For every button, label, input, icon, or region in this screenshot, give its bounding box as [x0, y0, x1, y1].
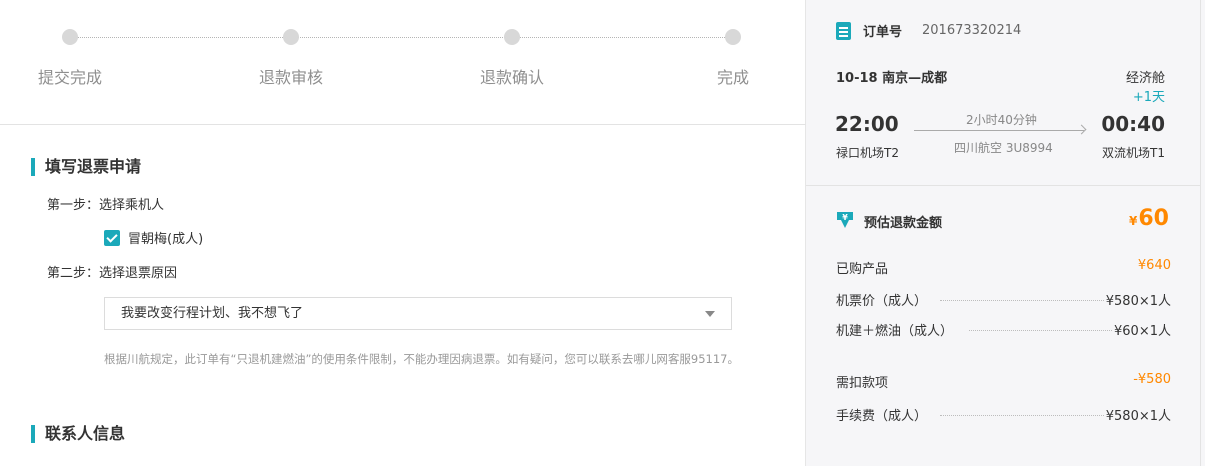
purchased-value: ¥640 [1137, 258, 1171, 273]
refund-amount-value: 60 [1138, 206, 1169, 231]
refund-reason-select[interactable]: 我要改变行程计划、我不想飞了 [104, 297, 732, 330]
step-label: 完成 [717, 68, 750, 87]
step-dot [283, 29, 299, 45]
section-title-text: 联系人信息 [45, 424, 126, 443]
arrow-right-icon [1076, 124, 1087, 135]
step-dot [725, 29, 741, 45]
tax-fuel-label: 机建＋燃油（成人） [836, 324, 954, 339]
arrival-time: 00:40 [1101, 112, 1165, 136]
summary-divider [806, 185, 1201, 186]
step2-label: 第二步：选择退票原因 [47, 266, 178, 281]
step-label: 退款审核 [259, 68, 324, 87]
ticket-price-value: ¥580×1人 [1105, 294, 1171, 309]
step1-label: 第一步：选择乘机人 [47, 198, 165, 213]
checkbox-checked-icon[interactable] [104, 229, 120, 246]
step-label: 退款确认 [480, 68, 545, 87]
refund-policy-note: 根据川航规定，此订单有“只退机建燃油”的使用条件限制，不能办理因病退票。如有疑问… [104, 352, 739, 366]
leader-dots [940, 300, 1104, 301]
currency-symbol: ¥ [1129, 214, 1138, 228]
section-title-contact: 联系人信息 [31, 425, 125, 443]
order-number-value: 201673320214 [922, 23, 1022, 38]
departure-time: 22:00 [835, 112, 899, 136]
leader-dots [940, 415, 1104, 416]
order-number-row: 订单号 201673320214 [836, 21, 1021, 40]
purchased-label: 已购产品 [836, 262, 889, 277]
handling-fee-row: 手续费（成人） ¥580×1人 [836, 405, 1171, 424]
document-icon [836, 21, 851, 40]
refund-reason-value: 我要改变行程计划、我不想飞了 [121, 306, 304, 321]
step-label: 提交完成 [38, 68, 103, 87]
refund-down-arrow-icon: ¥ [837, 212, 853, 228]
step-dot [62, 29, 78, 45]
ticket-price-label: 机票价（成人） [836, 294, 928, 309]
section-accent-bar [31, 158, 35, 176]
arrival-airport: 双流机场T1 [1102, 146, 1165, 160]
order-number-label: 订单号 [863, 25, 903, 40]
section-title-text: 填写退票申请 [45, 157, 142, 176]
steps-connector [70, 37, 733, 38]
tax-fuel-value: ¥60×1人 [1114, 324, 1171, 339]
refund-form-panel: 提交完成 退款审核 退款确认 完成 填写退票申请 第一步：选择乘机人 冒朝梅(成… [0, 0, 806, 466]
next-day-indicator: +1天 [1132, 90, 1165, 105]
flight-duration: 2小时40分钟 [966, 113, 1037, 127]
deduction-value: -¥580 [1133, 372, 1171, 387]
step-dot [504, 29, 520, 45]
deduction-label: 需扣款项 [836, 376, 889, 391]
departure-airport: 禄口机场T2 [836, 146, 899, 160]
ticket-price-row: 机票价（成人） ¥580×1人 [836, 290, 1171, 309]
caret-down-icon[interactable] [705, 311, 715, 317]
flight-number: 四川航空 3U8994 [954, 141, 1053, 155]
purchased-row: 已购产品 ¥640 [836, 258, 1171, 277]
passenger-checkbox[interactable]: 冒朝梅(成人) [104, 228, 203, 247]
tax-fuel-row: 机建＋燃油（成人） ¥60×1人 [836, 320, 1171, 339]
section-title-refund-application: 填写退票申请 [31, 158, 141, 176]
section-accent-bar [31, 425, 35, 443]
handling-fee-value: ¥580×1人 [1105, 409, 1171, 424]
passenger-name: 冒朝梅(成人) [128, 232, 204, 247]
flight-arrow-line [914, 130, 1084, 131]
order-summary-panel: 订单号 201673320214 10-18 南京—成都 经济舱 +1天 22:… [806, 0, 1205, 466]
leader-dots [969, 330, 1112, 331]
handling-fee-label: 手续费（成人） [836, 409, 928, 424]
refund-estimate-title: 预估退款金额 [864, 216, 943, 231]
deduction-row: 需扣款项 -¥580 [836, 372, 1171, 391]
progress-steps: 提交完成 退款审核 退款确认 完成 [0, 0, 806, 125]
flight-date-route: 10-18 南京—成都 [836, 71, 948, 86]
svg-text:¥: ¥ [842, 213, 848, 222]
refund-estimate-amount: ¥60 [1129, 206, 1169, 231]
cabin-class: 经济舱 [1125, 71, 1165, 86]
